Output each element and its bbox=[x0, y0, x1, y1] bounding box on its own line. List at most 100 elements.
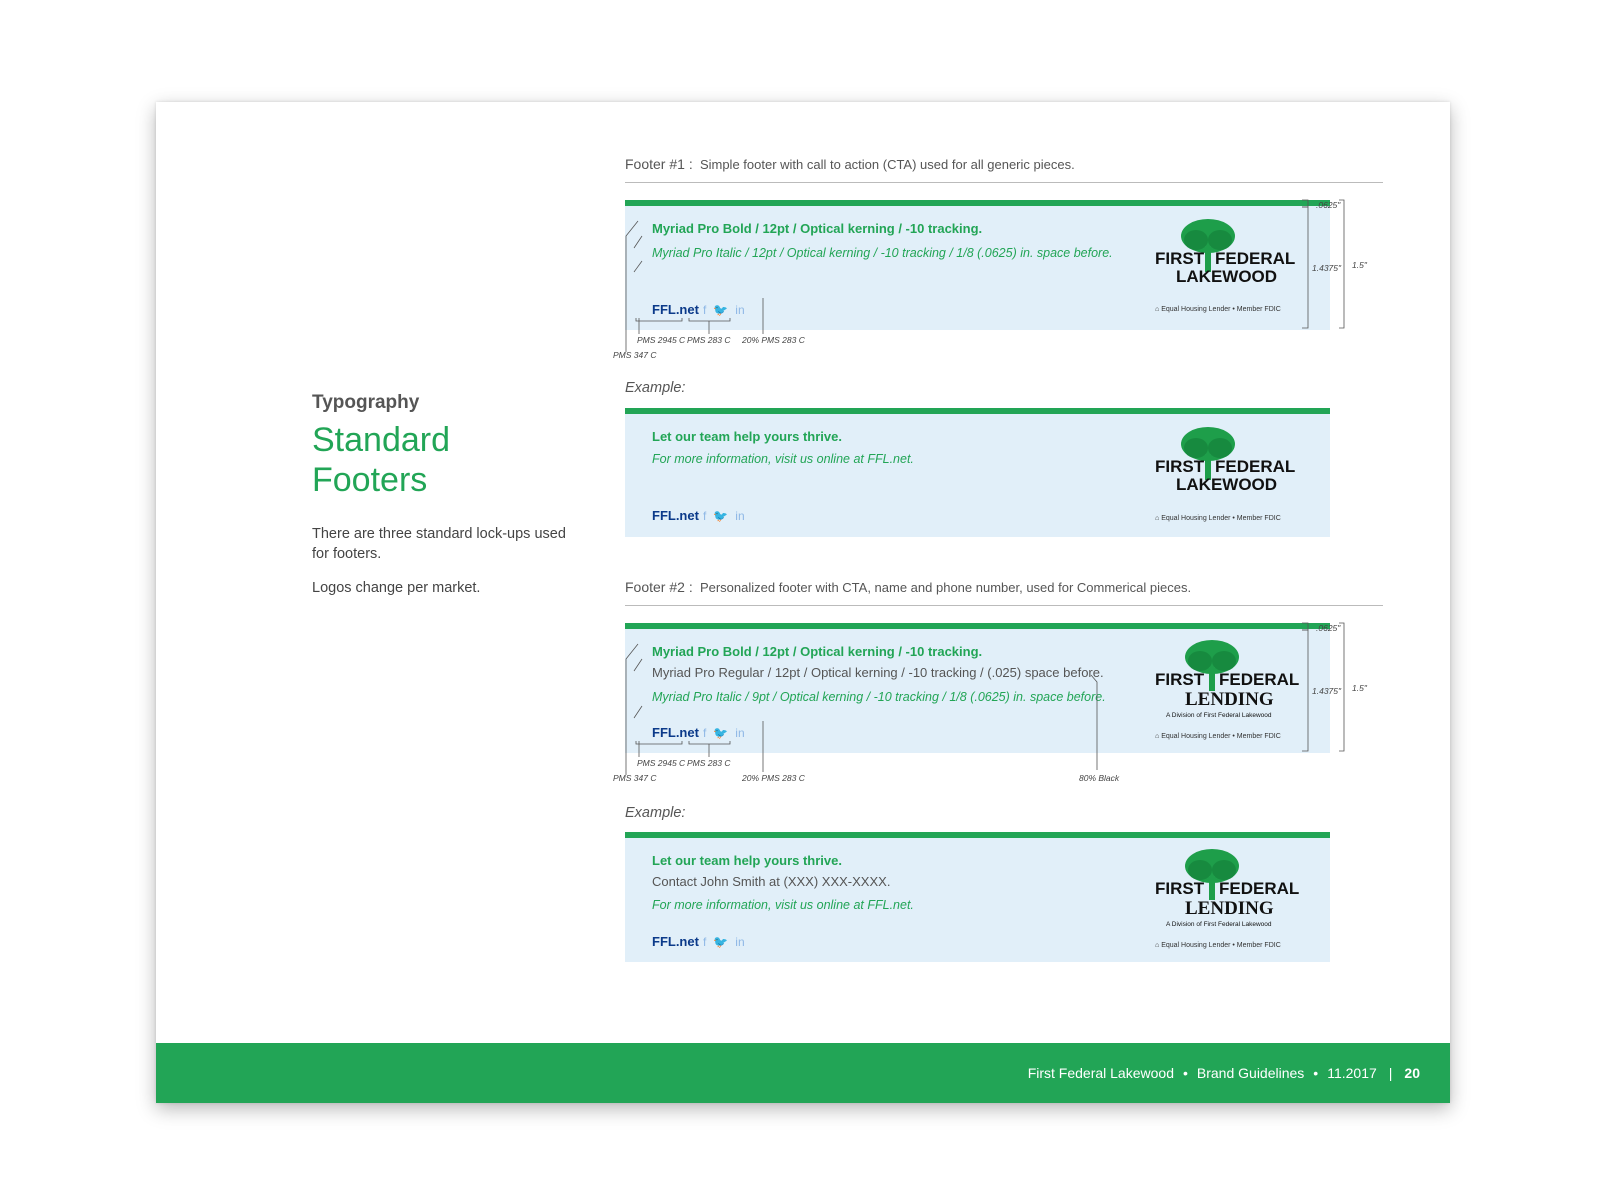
lending-logo: FIRST FEDERAL LENDING A Division of Firs… bbox=[1150, 639, 1300, 739]
tree-icon: FIRST FEDERAL LENDING A Division of Firs… bbox=[1155, 640, 1299, 719]
svg-text:FIRST: FIRST bbox=[1155, 249, 1205, 268]
equal-housing-label: Equal Housing Lender • Member FDIC bbox=[1161, 515, 1281, 522]
equal-housing-text: ⌂ Equal Housing Lender • Member FDIC bbox=[1155, 733, 1281, 740]
svg-text:FEDERAL: FEDERAL bbox=[1215, 249, 1295, 268]
page-footer-bar: First Federal Lakewood • Brand Guidelines •… bbox=[156, 1043, 1450, 1103]
footer1-heading-num: Footer #1 : bbox=[625, 156, 693, 172]
twitter-icon[interactable]: 🐦 bbox=[713, 935, 728, 949]
equal-housing-label: Equal Housing Lender • Member FDIC bbox=[1161, 733, 1281, 740]
footer1-heading-desc: Simple footer with call to action (CTA) … bbox=[699, 157, 1075, 172]
dim-body: 1.4375" bbox=[1312, 263, 1342, 273]
tree-icon: FIRST FEDERAL LENDING A Division of Firs… bbox=[1155, 849, 1299, 928]
equal-housing-text: ⌂ Equal Housing Lender • Member FDIC bbox=[1155, 942, 1281, 949]
dim-top: .0625" bbox=[1316, 200, 1341, 210]
intro-text: There are three standard lock-ups used f… bbox=[312, 526, 566, 562]
ann-pms347: PMS 347 C bbox=[613, 773, 657, 783]
title-line-2: Footers bbox=[312, 461, 428, 499]
footer-date: 11.2017 bbox=[1327, 1065, 1377, 1081]
footer1-rule bbox=[625, 182, 1383, 183]
ann-pms283: PMS 283 C bbox=[687, 758, 731, 768]
house-icon: ⌂ bbox=[1155, 515, 1160, 522]
svg-text:LENDING: LENDING bbox=[1185, 689, 1274, 710]
svg-text:A Division of First Federal La: A Division of First Federal Lakewood bbox=[1166, 921, 1272, 928]
contact-text: Contact John Smith at (XXX) XXX-XXXX. bbox=[652, 874, 891, 889]
ann-80black: 80% Black bbox=[1079, 773, 1120, 783]
url-text: FFL.net bbox=[652, 725, 699, 740]
linkedin-icon[interactable]: in bbox=[735, 509, 744, 523]
tree-icon: FIRST FEDERAL LAKEWOOD bbox=[1155, 219, 1295, 286]
svg-text:LAKEWOOD: LAKEWOOD bbox=[1176, 267, 1277, 286]
social-icons: f 🐦 in bbox=[703, 935, 752, 949]
lakewood-logo: FIRST FEDERAL LAKEWOOD bbox=[1150, 426, 1300, 526]
footer1-spec-banner: Myriad Pro Bold / 12pt / Optical kerning… bbox=[625, 200, 1330, 330]
twitter-icon[interactable]: 🐦 bbox=[713, 303, 728, 317]
url-text: FFL.net bbox=[652, 934, 699, 949]
example1-banner: Let our team help yours thrive. For more… bbox=[625, 408, 1330, 537]
svg-text:FEDERAL: FEDERAL bbox=[1219, 879, 1299, 898]
ann-20pms283: 20% PMS 283 C bbox=[742, 335, 805, 345]
tree-icon: FIRST FEDERAL LAKEWOOD bbox=[1155, 427, 1295, 494]
facebook-icon[interactable]: f bbox=[703, 935, 706, 949]
house-icon: ⌂ bbox=[1155, 942, 1160, 949]
note-text: Logos change per market. bbox=[312, 580, 481, 596]
ann-pms347: PMS 347 C bbox=[613, 350, 657, 360]
svg-text:FEDERAL: FEDERAL bbox=[1219, 670, 1299, 689]
page-title: Standard Footers bbox=[312, 420, 612, 500]
ann-20pms283: 20% PMS 283 C bbox=[742, 773, 805, 783]
dim-total: 1.5" bbox=[1352, 683, 1367, 693]
cta-text: Let our team help yours thrive. bbox=[652, 853, 842, 868]
house-icon: ⌂ bbox=[1155, 733, 1160, 740]
footer2-heading-desc: Personalized footer with CTA, name and p… bbox=[699, 580, 1192, 595]
ann-pms2945: PMS 2945 C bbox=[637, 335, 686, 345]
spec-bold-text: Myriad Pro Bold / 12pt / Optical kerning… bbox=[652, 221, 983, 236]
dim-total: 1.5" bbox=[1352, 260, 1367, 270]
page-footer-text: First Federal Lakewood • Brand Guidelines •… bbox=[1027, 1065, 1420, 1081]
facebook-icon[interactable]: f bbox=[703, 726, 706, 740]
svg-text:FIRST: FIRST bbox=[1155, 457, 1205, 476]
svg-text:FIRST: FIRST bbox=[1155, 879, 1205, 898]
svg-text:LENDING: LENDING bbox=[1185, 898, 1274, 919]
lending-logo: FIRST FEDERAL LENDING A Division of Firs… bbox=[1150, 848, 1300, 948]
twitter-icon[interactable]: 🐦 bbox=[713, 726, 728, 740]
ann-pms2945: PMS 2945 C bbox=[637, 758, 686, 768]
svg-text:FIRST: FIRST bbox=[1155, 670, 1205, 689]
equal-housing-text: ⌂ Equal Housing Lender • Member FDIC bbox=[1155, 306, 1281, 313]
footer2-heading-num: Footer #2 : bbox=[625, 579, 693, 595]
house-icon: ⌂ bbox=[1155, 306, 1160, 313]
facebook-icon[interactable]: f bbox=[703, 509, 706, 523]
dim-top: .0625" bbox=[1316, 623, 1341, 633]
social-icons: f 🐦 in bbox=[703, 726, 752, 740]
example2-banner: Let our team help yours thrive. Contact … bbox=[625, 832, 1330, 962]
footer2-spec-banner: Myriad Pro Bold / 12pt / Optical kerning… bbox=[625, 623, 1330, 753]
info-text: For more information, visit us online at… bbox=[652, 898, 914, 912]
spec-regular-text: Myriad Pro Regular / 12pt / Optical kern… bbox=[652, 665, 1104, 680]
example2-label: Example: bbox=[625, 805, 686, 821]
lakewood-logo: FIRST FEDERAL LAKEWOOD bbox=[1150, 218, 1300, 318]
brochure-page: First Federal Lakewood • Brand Guidelines •… bbox=[156, 102, 1450, 1103]
equal-housing-label: Equal Housing Lender • Member FDIC bbox=[1161, 306, 1281, 313]
equal-housing-text: ⌂ Equal Housing Lender • Member FDIC bbox=[1155, 515, 1281, 522]
svg-text:LAKEWOOD: LAKEWOOD bbox=[1176, 475, 1277, 494]
social-icons: f 🐦 in bbox=[703, 303, 752, 317]
example1-label: Example: bbox=[625, 380, 686, 396]
equal-housing-label: Equal Housing Lender • Member FDIC bbox=[1161, 942, 1281, 949]
info-text: For more information, visit us online at… bbox=[652, 452, 914, 466]
footer2-heading: Footer #2 : Personalized footer with CTA… bbox=[625, 579, 1191, 595]
facebook-icon[interactable]: f bbox=[703, 303, 706, 317]
spec-italic-text: Myriad Pro Italic / 12pt / Optical kerni… bbox=[652, 246, 1113, 260]
spec-bold-text: Myriad Pro Bold / 12pt / Optical kerning… bbox=[652, 644, 983, 659]
footer2-rule bbox=[625, 605, 1383, 606]
twitter-icon[interactable]: 🐦 bbox=[713, 509, 728, 523]
footer-brand: First Federal Lakewood bbox=[1027, 1065, 1174, 1081]
cta-text: Let our team help yours thrive. bbox=[652, 429, 842, 444]
linkedin-icon[interactable]: in bbox=[735, 303, 744, 317]
url-text: FFL.net bbox=[652, 508, 699, 523]
social-icons: f 🐦 in bbox=[703, 509, 752, 523]
url-text: FFL.net bbox=[652, 302, 699, 317]
page-number: 20 bbox=[1404, 1065, 1420, 1081]
section-kicker: Typography bbox=[312, 392, 420, 413]
linkedin-icon[interactable]: in bbox=[735, 935, 744, 949]
linkedin-icon[interactable]: in bbox=[735, 726, 744, 740]
footer-doc: Brand Guidelines bbox=[1196, 1065, 1305, 1081]
footer1-heading: Footer #1 : Simple footer with call to a… bbox=[625, 156, 1075, 172]
